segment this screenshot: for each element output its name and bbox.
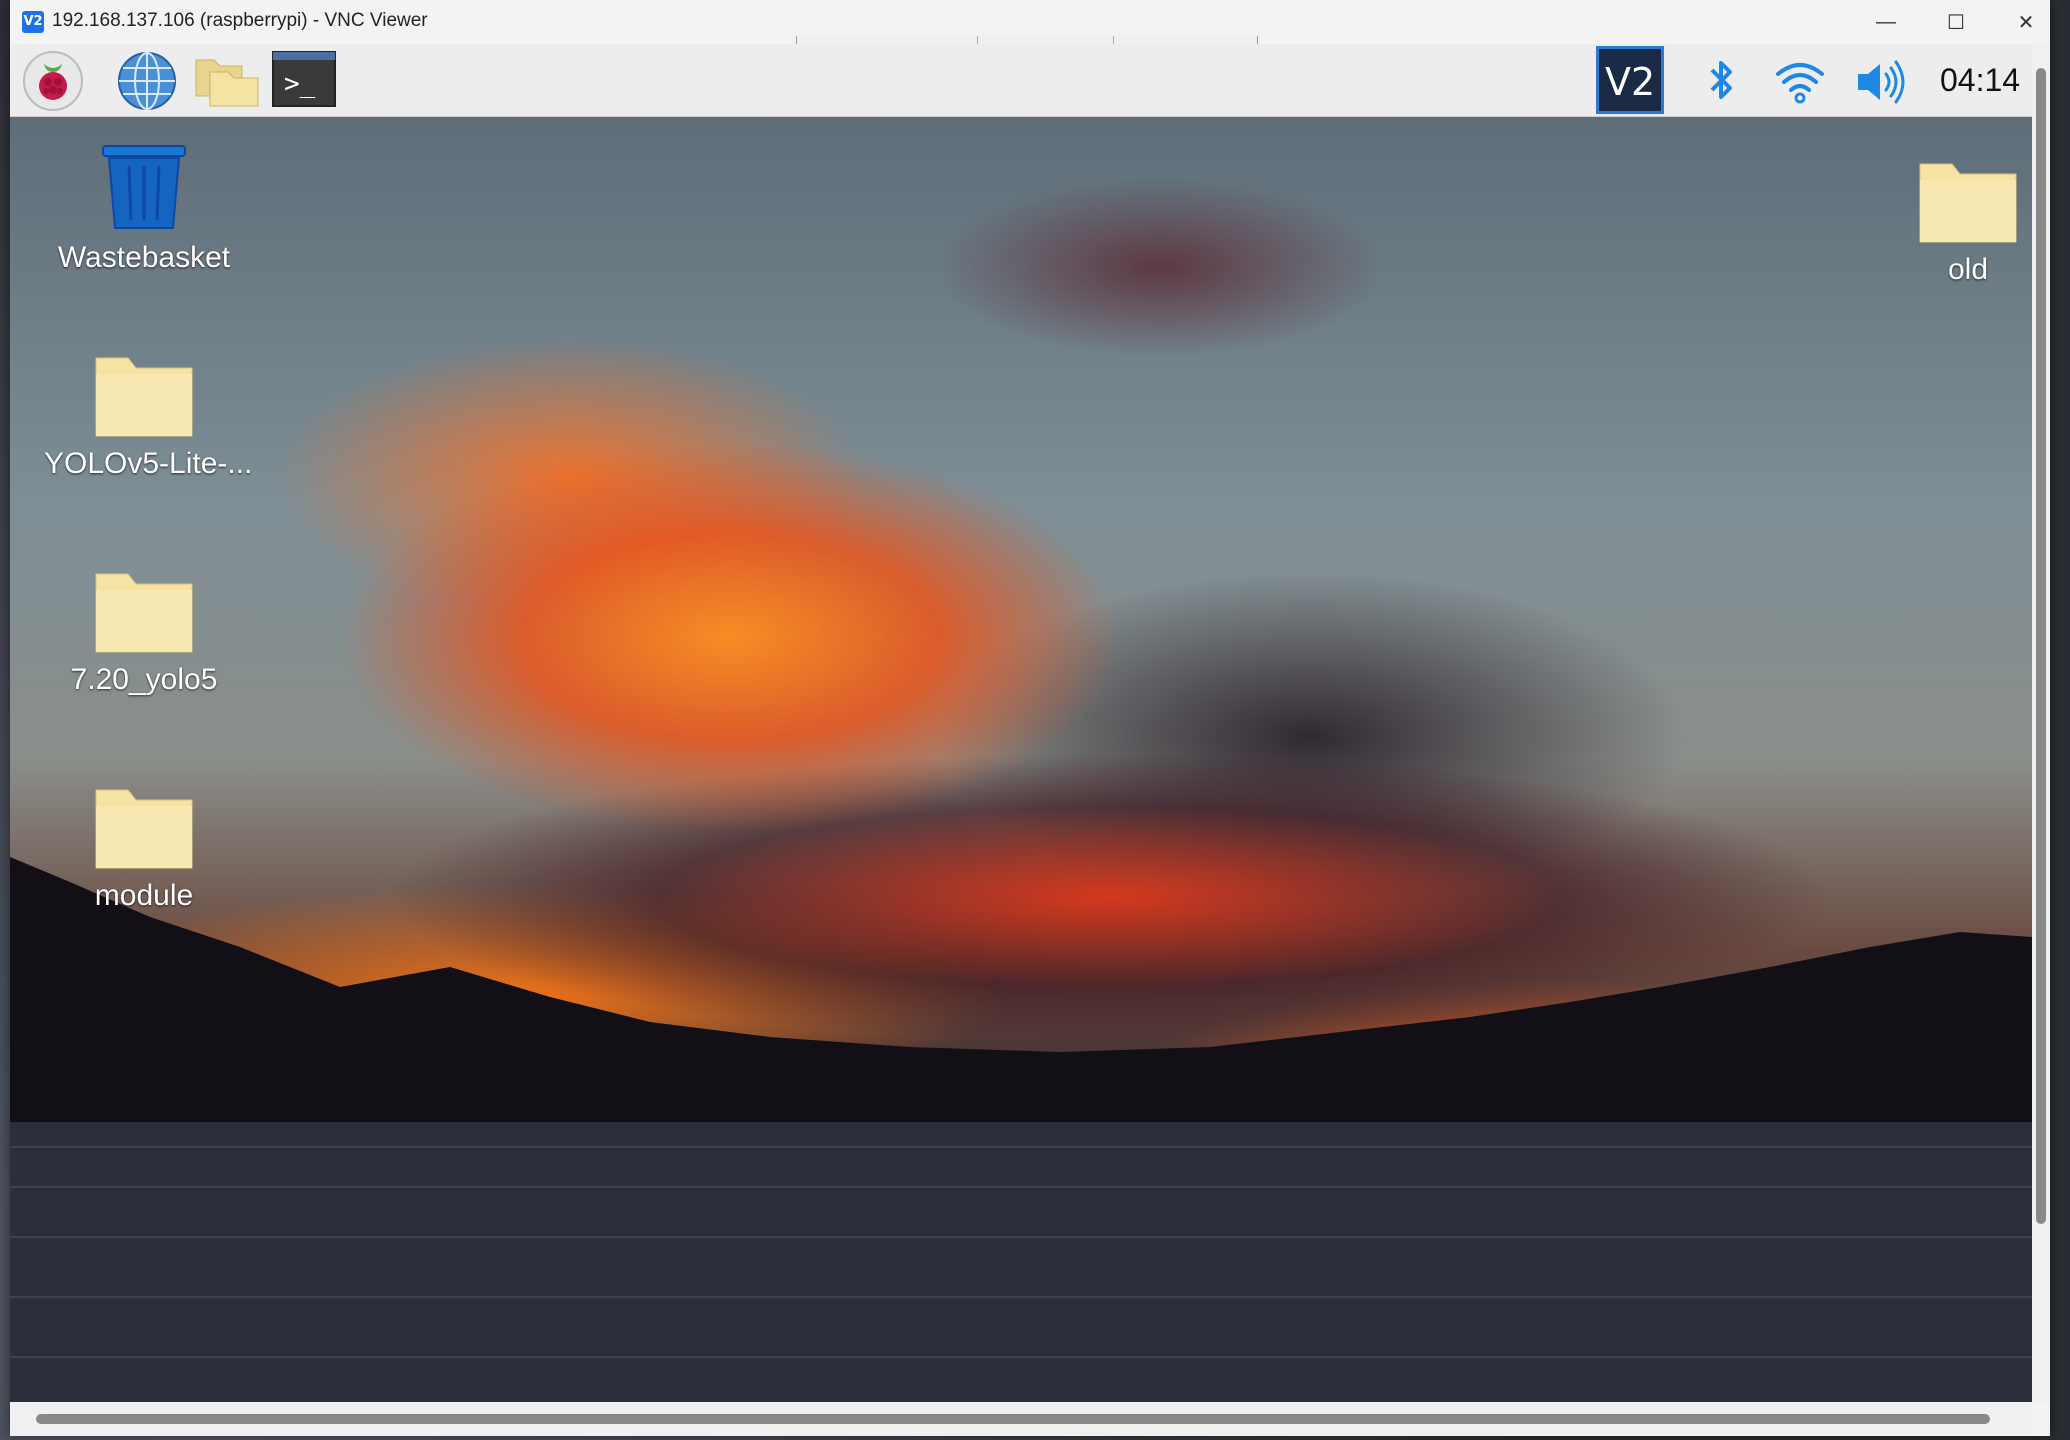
desktop-icon-label: YOLOv5-Lite-... (44, 447, 253, 480)
desktop-icon-label: Wastebasket (57, 241, 231, 274)
folder-icon (95, 573, 193, 653)
folder-icon (1919, 163, 2017, 243)
bluetooth-button[interactable] (1694, 54, 1750, 110)
volume-button[interactable] (1852, 54, 1908, 110)
desktop-icon-label: old (1947, 253, 1989, 286)
terminal-button[interactable]: >_ (272, 50, 336, 112)
vnc-app-icon: V2 (22, 11, 44, 33)
desktop-icon-old[interactable]: old (1868, 160, 2032, 287)
terminal-icon: >_ (272, 51, 336, 107)
folder-icon (95, 789, 193, 869)
web-browser-button[interactable] (116, 50, 178, 112)
vertical-scrollbar[interactable] (2032, 44, 2050, 1402)
wallpaper (10, 117, 2032, 1402)
mountain-silhouette (10, 857, 2032, 1402)
window-title: 192.168.137.106 (raspberrypi) - VNC View… (52, 10, 428, 31)
volume-icon (1858, 60, 1905, 104)
folder-icon (195, 59, 259, 107)
desktop-icon-yolov5-lite[interactable]: YOLOv5-Lite-... (44, 354, 253, 481)
desktop-icon-7-20-yolo5[interactable]: 7.20_yolo5 (44, 570, 244, 697)
horizontal-scroll-thumb[interactable] (36, 1414, 1990, 1424)
desktop-icon-label: 7.20_yolo5 (70, 663, 218, 696)
file-manager-button[interactable] (194, 50, 259, 112)
wifi-icon (1776, 63, 1824, 104)
desktop-icon-wastebasket[interactable]: Wastebasket (44, 144, 244, 275)
remote-desktop[interactable]: >_ V2 04:14 Wastebasket YOLOv5-Lite-... … (10, 44, 2032, 1402)
vnc-viewer-window: V2 192.168.137.106 (raspberrypi) - VNC V… (10, 0, 2050, 1436)
vertical-scroll-thumb[interactable] (2036, 68, 2046, 1224)
bluetooth-icon (1710, 61, 1732, 99)
vnc-icon: V2 (1605, 60, 1655, 104)
trash-icon (102, 145, 186, 229)
desktop-icon-label: module (94, 879, 194, 912)
desktop-icon-module[interactable]: module (44, 786, 244, 913)
raspberry-icon (23, 51, 83, 111)
taskbar-panel: >_ V2 04:14 (10, 44, 2032, 117)
raspberry-menu-button[interactable] (22, 50, 84, 112)
minimize-button[interactable]: — (1856, 4, 1916, 40)
clock[interactable]: 04:14 (1940, 62, 2020, 99)
maximize-button[interactable]: ☐ (1926, 4, 1986, 40)
svg-text:>_: >_ (284, 69, 316, 99)
svg-text:V2: V2 (1605, 60, 1655, 104)
folder-icon (95, 357, 193, 437)
horizontal-scrollbar[interactable] (10, 1402, 2032, 1436)
close-button[interactable]: ✕ (1996, 4, 2056, 40)
vnc-server-tray-button[interactable]: V2 (1596, 46, 1664, 114)
globe-icon (118, 52, 176, 110)
wifi-button[interactable] (1772, 54, 1828, 110)
